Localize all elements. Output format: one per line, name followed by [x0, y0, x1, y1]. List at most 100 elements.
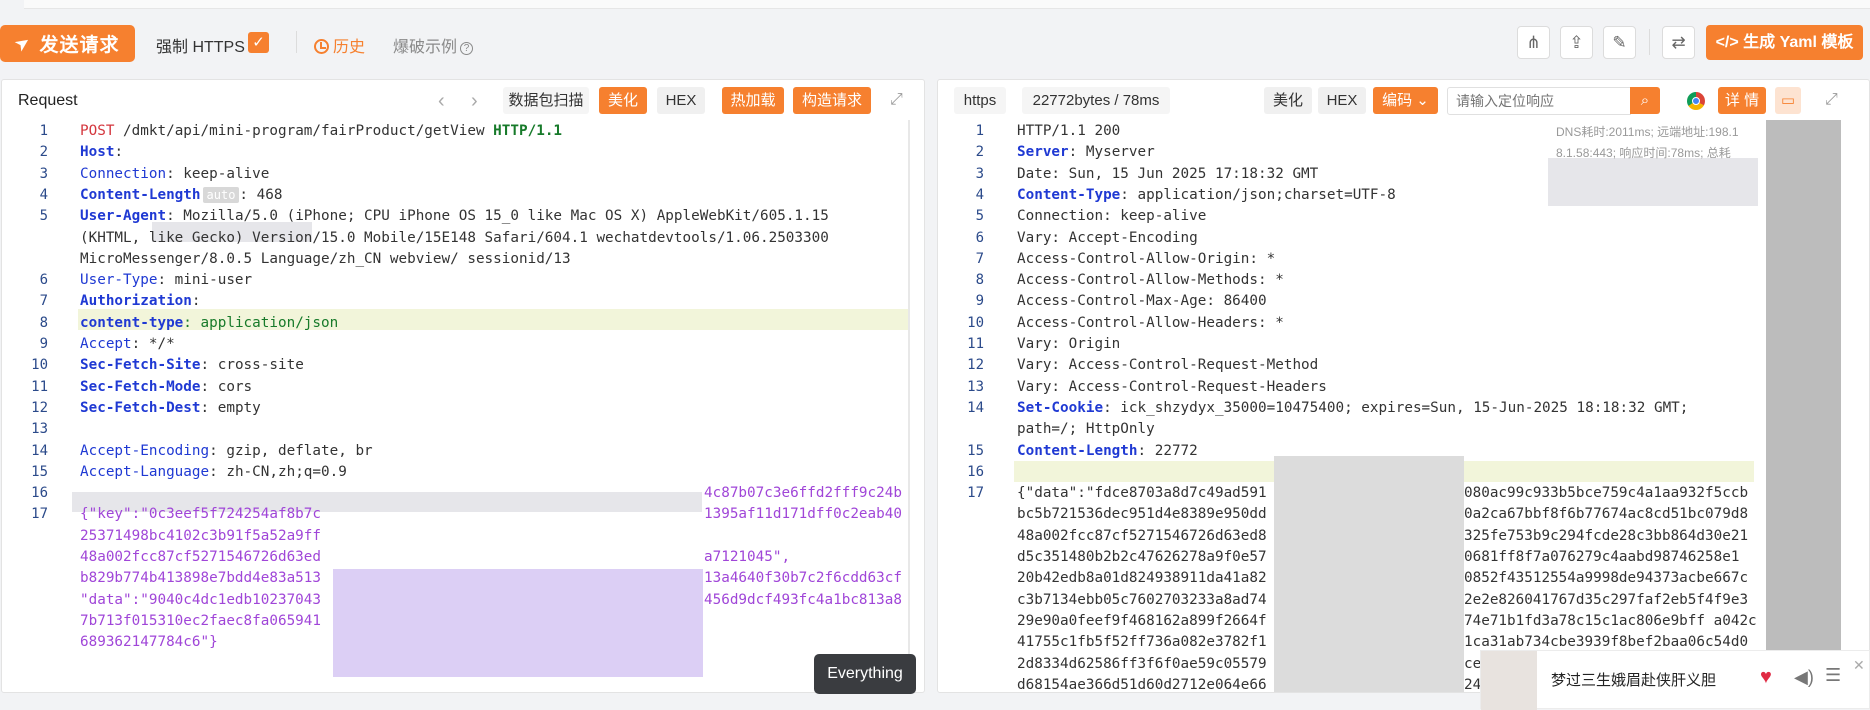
code-line: Sec-Fetch-Site: cross-site	[80, 355, 304, 376]
code-line: Access-Control-Max-Age: 86400	[1017, 291, 1267, 312]
response-minimap[interactable]	[1766, 120, 1841, 709]
request-panel-header: Request ‹ › 数据包扫描 美化 HEX 热加载 构造请求 ⤢	[2, 80, 924, 120]
edit-icon[interactable]: ✎	[1603, 26, 1636, 59]
detail-button[interactable]: 详 情	[1718, 87, 1766, 114]
code-line: b829b774b413898e7bdd4e83a513	[80, 568, 321, 589]
help-icon: ?	[460, 42, 474, 55]
code-line: bc5b721536dec951d4e8389e950dd	[1017, 504, 1267, 525]
build-request-button[interactable]: 构造请求	[793, 87, 871, 114]
code-line: "data":"9040c4dc1edb10237043	[80, 590, 321, 611]
resp-beautify-button[interactable]: 美化	[1264, 87, 1312, 114]
scheme-badge: https	[954, 87, 1006, 114]
size-time-badge: 22772bytes / 78ms	[1022, 87, 1170, 114]
encoding-dropdown[interactable]: 编码 ⌄	[1373, 87, 1438, 114]
code-text: c3b7134ebb05c7602703233a8ad74	[1017, 591, 1267, 608]
close-icon[interactable]: ✕	[1853, 657, 1865, 674]
generate-yaml-button[interactable]: </> 生成 Yaml 模板	[1706, 25, 1863, 60]
line-number	[2, 568, 48, 589]
line-number	[938, 547, 984, 568]
code-line: {"data":"fdce8703a8d7c49ad591	[1017, 483, 1267, 504]
header-name: Connection	[80, 165, 167, 182]
packet-scan-button[interactable]: 数据包扫描	[503, 87, 589, 114]
hot-reload-button[interactable]: 热加载	[722, 87, 784, 114]
json-body: 48a002fcc87cf5271546726d63ed	[80, 549, 322, 565]
line-number: 6	[39, 272, 48, 289]
code-text: Vary: Access-Control-Request-Headers	[1017, 378, 1327, 395]
code-text: (KHTML, like Gecko) Version/15.0 Mobile/…	[80, 229, 829, 246]
line-number	[2, 547, 48, 568]
json-body: b829b774b413898e7bdd4e83a513	[80, 570, 322, 587]
comment-icon[interactable]: ▭	[1775, 87, 1801, 114]
expand-icon[interactable]: ⤢	[890, 91, 903, 109]
expand-icon[interactable]: ⤢	[1825, 91, 1838, 109]
album-art	[1481, 651, 1537, 710]
code-line: 41755c1fb5f52ff736a082e3782f1	[1017, 632, 1267, 653]
json-body-fragment: 0681ff8f7a076279c4aabd98746258e1	[1464, 549, 1740, 565]
header-name: Server	[1017, 144, 1069, 161]
request-path: /dmkt/api/mini-program/fairProduct/getVi…	[114, 123, 494, 139]
json-body-fragment: 4c87b07c3e6ffd2fff9c24b	[704, 485, 902, 502]
json-body-fragment: a7121045",	[704, 549, 791, 565]
swap-icon[interactable]: ⇄	[1662, 26, 1695, 59]
line-number	[2, 632, 48, 653]
line-number	[938, 526, 984, 547]
code-line: Sec-Fetch-Dest: empty	[80, 398, 261, 419]
chrome-icon[interactable]	[1687, 92, 1705, 110]
music-player: 梦过三生娥眉赴侠肝义胆 ♥ ◀) ☰ ✕	[1480, 650, 1870, 710]
tooltip: Everything	[814, 654, 916, 694]
auto-badge: auto	[202, 186, 240, 203]
header-name: User-Type	[80, 272, 158, 289]
send-request-button[interactable]: ➤ 发送请求	[0, 25, 135, 62]
resp-hex-button[interactable]: HEX	[1318, 87, 1366, 114]
line-number: 15	[967, 442, 984, 459]
share-icon[interactable]: ⋔	[1517, 26, 1550, 59]
code-text: Vary: Accept-Encoding	[1017, 229, 1198, 246]
export-icon[interactable]: ⇪	[1560, 26, 1593, 59]
header-value: : gzip, deflate, br	[209, 442, 373, 459]
code-line: Vary: Accept-Encoding	[1017, 228, 1198, 249]
line-number: 6	[975, 229, 984, 246]
json-body-fragment: 24	[1464, 676, 1482, 693]
code-text: Connection: keep-alive	[1017, 208, 1207, 225]
code-line: 25371498bc4102c3b91f5a52a9ff	[80, 526, 321, 547]
back-arrow-icon[interactable]: ‹	[438, 90, 445, 113]
header-name: Sec-Fetch-Mode	[80, 378, 201, 395]
json-body-fragment: 0852f43512554a9998de94373acbe667c	[1464, 570, 1749, 587]
code-text: Access-Control-Allow-Methods: *	[1017, 272, 1284, 289]
header-value: : ick_shzydyx_35000=10475400; expires=Su…	[1103, 399, 1689, 416]
line-number: 16	[967, 463, 984, 480]
force-https-checkbox[interactable]: ✓	[248, 32, 269, 53]
header-value: : Myserver	[1068, 144, 1155, 161]
volume-icon[interactable]: ◀)	[1794, 667, 1814, 688]
meta-line: DNS耗时:2011ms; 远端地址:198.1	[1556, 125, 1739, 139]
search-icon[interactable]: ⌕	[1630, 87, 1660, 114]
code-text: MicroMessenger/8.0.5 Language/zh_CN webv…	[80, 250, 571, 267]
redacted-body	[333, 569, 703, 677]
song-title: 梦过三生娥眉赴侠肝义胆	[1551, 672, 1717, 689]
locate-response-input[interactable]	[1447, 87, 1631, 115]
header-name: Authorization	[80, 293, 192, 310]
request-scrollbar[interactable]	[908, 120, 910, 690]
code-line: 29e90a0feef9f468162a899f2664f	[1017, 611, 1267, 632]
code-text: {"data":"fdce8703a8d7c49ad591	[1017, 485, 1267, 502]
json-body-fragment: 2e2e826041767d35c297faf2eb5f4f9e3	[1464, 591, 1749, 608]
code-line: Access-Control-Allow-Origin: *	[1017, 249, 1275, 270]
playlist-icon[interactable]: ☰	[1825, 665, 1841, 686]
code-text: path=/; HttpOnly	[1017, 421, 1155, 438]
http-method: POST	[80, 123, 115, 139]
heart-icon[interactable]: ♥	[1760, 666, 1772, 689]
line-number: 14	[31, 442, 48, 459]
beautify-button[interactable]: 美化	[599, 87, 647, 114]
history-button[interactable]: 历史	[314, 33, 365, 57]
header-value: : Mozilla/5.0 (iPhone; CPU iPhone OS 15_…	[166, 208, 829, 225]
line-number: 8	[39, 314, 48, 331]
line-number: 4	[39, 186, 48, 203]
code-text: Access-Control-Allow-Headers: *	[1017, 314, 1284, 331]
line-number: 13	[967, 378, 984, 395]
json-body: {"key":"0c3eef5f724254af8b7c	[80, 506, 322, 523]
json-body-fragment: 325fe753b9c294fcde28c3bb864d30e21	[1464, 527, 1749, 544]
code-line: Vary: Access-Control-Request-Headers	[1017, 377, 1327, 398]
forward-arrow-icon[interactable]: ›	[471, 90, 478, 113]
hex-button[interactable]: HEX	[657, 87, 705, 114]
blast-example-link[interactable]: 爆破示例?	[393, 33, 474, 57]
